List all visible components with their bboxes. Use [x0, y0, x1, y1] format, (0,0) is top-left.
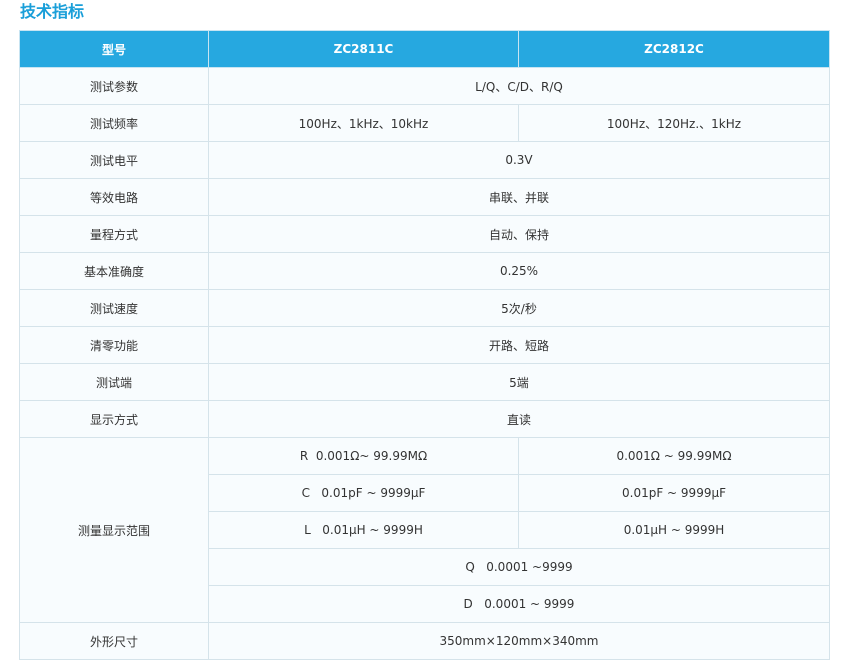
range-r-b: 0.001Ω ~ 99.99MΩ — [518, 437, 830, 475]
row-value: 串联、并联 — [208, 178, 830, 216]
table-row: 测量显示范围 R 0.001Ω~ 99.99MΩ 0.001Ω ~ 99.99M… — [19, 437, 830, 623]
range-r-a: R 0.001Ω~ 99.99MΩ — [208, 437, 519, 475]
spec-table: 型号 ZC2811C ZC2812C 测试参数 L/Q、C/D、R/Q 测试频率… — [19, 30, 830, 660]
row-value-a: 100Hz、1kHz、10kHz — [208, 104, 519, 142]
range-c-b: 0.01pF ~ 9999μF — [518, 474, 830, 512]
row-label: 清零功能 — [19, 326, 209, 364]
row-value: 自动、保持 — [208, 215, 830, 253]
table-row: 清零功能 开路、短路 — [19, 326, 830, 364]
range-l-b: 0.01μH ~ 9999H — [518, 511, 830, 549]
header-model-label: 型号 — [19, 30, 209, 68]
table-row: 等效电路 串联、并联 — [19, 178, 830, 216]
table-row: 测试端 5端 — [19, 363, 830, 401]
range-c-a: C 0.01pF ~ 9999μF — [208, 474, 519, 512]
row-value: 5端 — [208, 363, 830, 401]
header-model-b: ZC2812C — [518, 30, 830, 68]
row-label: 基本准确度 — [19, 252, 209, 290]
row-value: 0.3V — [208, 141, 830, 179]
row-value-b: 100Hz、120Hz.、1kHz — [518, 104, 830, 142]
row-value: 直读 — [208, 400, 830, 438]
row-label: 测量显示范围 — [19, 437, 209, 623]
table-row: 测试电平 0.3V — [19, 141, 830, 179]
page: 技术指标 型号 ZC2811C ZC2812C 测试参数 L/Q、C/D、R/Q… — [0, 0, 848, 668]
table-row: 显示方式 直读 — [19, 400, 830, 438]
table-header-row: 型号 ZC2811C ZC2812C — [19, 30, 830, 68]
row-label: 显示方式 — [19, 400, 209, 438]
row-value: 350mm×120mm×340mm — [208, 622, 830, 660]
row-value: 开路、短路 — [208, 326, 830, 364]
range-l-a: L 0.01μH ~ 9999H — [208, 511, 519, 549]
row-label: 量程方式 — [19, 215, 209, 253]
row-label: 测试电平 — [19, 141, 209, 179]
range-q: Q 0.0001 ~9999 — [208, 548, 830, 586]
table-row: 测试频率 100Hz、1kHz、10kHz 100Hz、120Hz.、1kHz — [19, 104, 830, 142]
table-row: 基本准确度 0.25% — [19, 252, 830, 290]
row-label: 测试速度 — [19, 289, 209, 327]
table-row: 测试速度 5次/秒 — [19, 289, 830, 327]
section-title: 技术指标 — [20, 2, 85, 21]
range-d: D 0.0001 ~ 9999 — [208, 585, 830, 623]
row-value: 5次/秒 — [208, 289, 830, 327]
row-label: 测试频率 — [19, 104, 209, 142]
row-label: 等效电路 — [19, 178, 209, 216]
row-value: L/Q、C/D、R/Q — [208, 67, 830, 105]
table-row: 外形尺寸 350mm×120mm×340mm — [19, 622, 830, 660]
row-label: 外形尺寸 — [19, 622, 209, 660]
header-model-a: ZC2811C — [208, 30, 519, 68]
row-label: 测试参数 — [19, 67, 209, 105]
row-label: 测试端 — [19, 363, 209, 401]
table-row: 量程方式 自动、保持 — [19, 215, 830, 253]
table-row: 测试参数 L/Q、C/D、R/Q — [19, 67, 830, 105]
row-value: 0.25% — [208, 252, 830, 290]
